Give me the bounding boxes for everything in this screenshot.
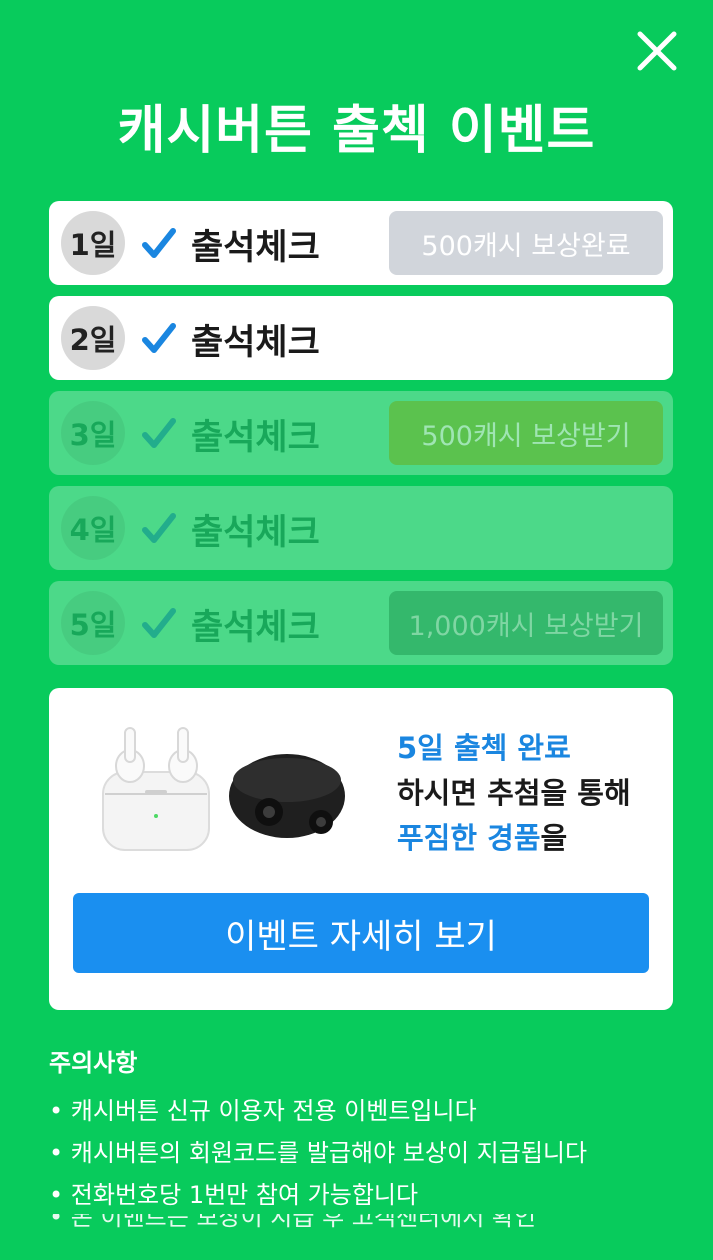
notice-item: 전화번호당 1번만 참여 가능합니다 [49, 1174, 587, 1216]
notice-item: 캐시버튼 신규 이용자 전용 이벤트입니다 [49, 1090, 587, 1132]
day-badge: 1일 [61, 211, 125, 275]
claim-reward-button[interactable]: 500캐시 보상받기 [389, 401, 663, 465]
day-badge: 2일 [61, 306, 125, 370]
notice-item-cutoff: • 본 이벤트는 보상이 지급 후 고객센터에서 확인 [49, 1214, 569, 1228]
attendance-label: 출석체크 [191, 418, 320, 458]
attendance-row-day5: 5일 출석체크 1,000캐시 보상받기 [49, 581, 673, 665]
day-badge: 4일 [61, 496, 125, 560]
notice-title: 주의사항 [49, 1049, 138, 1077]
checkmark-icon [142, 608, 176, 638]
close-icon[interactable] [634, 28, 680, 74]
promo-description: 5일 출첵 완료 하시면 추첨을 통해 푸짐한 경품을 [397, 726, 631, 861]
promo-line-1: 5일 출첵 완료 [397, 731, 571, 765]
event-detail-button[interactable]: 이벤트 자세히 보기 [73, 893, 649, 973]
attendance-row-day1: 1일 출석체크 500캐시 보상완료 [49, 201, 673, 285]
earbuds-icon [229, 754, 345, 838]
promo-line-3-highlight: 푸짐한 경품 [397, 821, 541, 855]
checkmark-icon [142, 323, 176, 353]
promo-line-3-rest: 을 [540, 821, 568, 855]
day-badge: 3일 [61, 401, 125, 465]
promo-line-2: 하시면 추첨을 통해 [397, 776, 631, 810]
attendance-label: 출석체크 [191, 513, 320, 553]
day-badge: 5일 [61, 591, 125, 655]
notice-list: 캐시버튼 신규 이용자 전용 이벤트입니다 캐시버튼의 회원코드를 발급해야 보… [49, 1090, 587, 1216]
attendance-row-day2: 2일 출석체크 [49, 296, 673, 380]
checkmark-icon [142, 228, 176, 258]
attendance-label: 출석체크 [191, 323, 320, 363]
attendance-row-day3: 3일 출석체크 500캐시 보상받기 [49, 391, 673, 475]
reward-completed-button[interactable]: 500캐시 보상완료 [389, 211, 663, 275]
notice-item: 캐시버튼의 회원코드를 발급해야 보상이 지급됩니다 [49, 1132, 587, 1174]
checkmark-icon [142, 418, 176, 448]
attendance-label: 출석체크 [191, 228, 320, 268]
promo-card: 5일 출첵 완료 하시면 추첨을 통해 푸짐한 경품을 이벤트 자세히 보기 [49, 688, 673, 1010]
notice-item: • 본 이벤트는 보상이 지급 후 고객센터에서 확인 [49, 1214, 537, 1228]
attendance-label: 출석체크 [191, 608, 320, 648]
claim-reward-button[interactable]: 1,000캐시 보상받기 [389, 591, 663, 655]
airpods-icon [102, 727, 210, 851]
checkmark-icon [142, 513, 176, 543]
page-title: 캐시버튼 출첵 이벤트 [117, 101, 596, 161]
attendance-row-day4: 4일 출석체크 [49, 486, 673, 570]
